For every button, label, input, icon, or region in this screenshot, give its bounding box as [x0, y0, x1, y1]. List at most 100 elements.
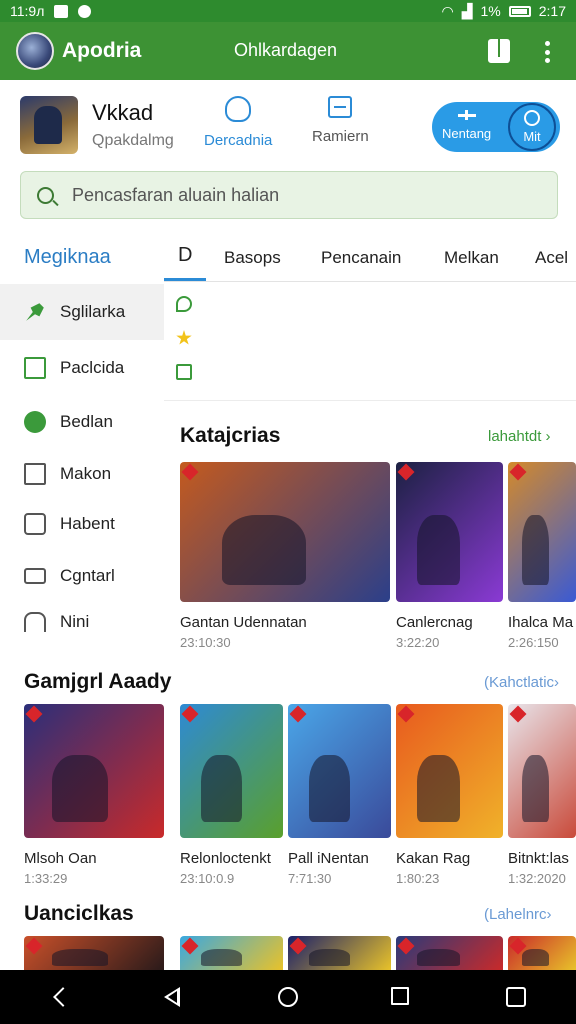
game-card[interactable]: Mlsoh Oan 1:33:29 — [24, 704, 164, 886]
more-options-icon[interactable] — [544, 41, 550, 63]
square-icon — [24, 463, 46, 485]
game-card[interactable] — [288, 936, 391, 970]
profile-header: Vkkad Qpakdalmg Dercadnia Ramiern Nentan… — [0, 80, 576, 168]
tab-bar: D Basops Pencanain Melkan Acel — [164, 232, 576, 282]
game-card-name: Pall iNentan — [288, 850, 369, 867]
game-card[interactable]: Relonloctenkt 23:10:0.9 — [180, 704, 283, 886]
game-card[interactable]: Canlercnag 3:22:20 — [396, 462, 503, 650]
controller-icon — [24, 568, 46, 584]
sidebar-item-paclcida[interactable]: Paclcida — [0, 340, 164, 396]
game-card-meta: 1:33:29 — [24, 871, 68, 886]
game-card-art — [24, 704, 164, 838]
sidebar: Sglilarka Paclcida Bedlan Makon Habent C… — [0, 284, 164, 632]
gallery-notification-icon — [54, 4, 69, 18]
app-subtitle[interactable]: Ohlkardagen — [234, 40, 337, 61]
section-see-all-link[interactable]: (Lahelnrc› — [484, 906, 552, 923]
game-card-art — [180, 704, 283, 838]
game-card-meta: 1:32:2020 — [508, 871, 566, 886]
game-card-art — [396, 936, 503, 970]
game-card[interactable]: Kakan Rag 1:80:23 — [396, 704, 503, 886]
action-secondary-button[interactable]: Ramiern — [312, 96, 369, 145]
game-card-meta: 2:26:150 — [508, 635, 559, 650]
edit-icon[interactable] — [176, 364, 192, 380]
add-button[interactable]: Nentang — [442, 110, 491, 141]
tab-basops[interactable]: Basops — [224, 248, 281, 268]
book-icon[interactable] — [488, 39, 510, 63]
sidebar-item-label: Paclcida — [60, 358, 125, 377]
action-secondary-label: Ramiern — [312, 128, 369, 145]
sidebar-title: Megiknaa — [24, 246, 111, 268]
check-label: Mit — [523, 129, 541, 144]
sidebar-item-label: Habent — [60, 514, 115, 533]
sidebar-item-makon[interactable]: Makon — [0, 446, 164, 502]
game-card[interactable] — [508, 936, 576, 970]
add-label: Nentang — [442, 126, 492, 141]
game-thumbnail[interactable] — [20, 96, 78, 154]
section-title: Katajcrias — [180, 424, 281, 447]
game-card-meta: 3:22:20 — [396, 635, 440, 650]
check-button[interactable]: Mit — [508, 103, 556, 151]
game-card-name: Gantan Udennatan — [180, 614, 307, 631]
game-card[interactable]: Pall iNentan 7:71:30 — [288, 704, 391, 886]
follow-pill: Nentang Mit — [432, 102, 560, 152]
status-time: 11:9л — [10, 3, 45, 19]
search-input[interactable]: Pencasfaran aluain halian — [20, 171, 558, 219]
status-bar: 11:9л ◠ ▟ 1% 2:17 — [0, 0, 576, 22]
system-nav-bar — [0, 970, 576, 1024]
game-card[interactable]: Gantan Udennatan 23:10:30 — [180, 462, 390, 650]
game-card-name: Ihalca Ma — [508, 614, 574, 631]
game-card-art — [288, 704, 391, 838]
add-icon — [457, 110, 476, 120]
tab-pencanain[interactable]: Pencanain — [321, 248, 401, 268]
check-circle-icon — [24, 411, 46, 433]
wifi-icon: ◠ — [441, 2, 454, 19]
game-card-name: Mlsoh Oan — [24, 850, 97, 867]
status-clock: 2:17 — [538, 3, 566, 19]
action-primary-button[interactable]: Dercadnia — [204, 96, 272, 149]
tab-d[interactable]: D — [178, 244, 192, 267]
chat-icon[interactable] — [176, 296, 192, 312]
star-icon[interactable] — [176, 330, 192, 345]
edit-icon[interactable] — [506, 987, 526, 1007]
sidebar-item-habent[interactable]: Habent — [0, 496, 164, 552]
check-icon — [524, 110, 540, 126]
tab-melkan[interactable]: Melkan — [444, 248, 499, 268]
game-card-art — [288, 936, 391, 970]
game-card-meta: 7:71:30 — [288, 871, 332, 886]
game-card-art — [180, 936, 283, 970]
game-card-art — [508, 936, 576, 970]
app-name: Apodria — [62, 39, 142, 62]
back-triangle-icon[interactable] — [164, 987, 180, 1007]
search-placeholder: Pencasfaran aluain halian — [72, 184, 280, 205]
person-icon — [225, 96, 252, 122]
divider — [164, 400, 576, 401]
battery-percent: 1% — [480, 3, 501, 19]
pin-icon — [26, 303, 44, 321]
section-see-all-link[interactable]: (Kahctlatic› — [484, 674, 559, 691]
app-avatar[interactable] — [16, 32, 54, 70]
game-card[interactable]: Bitnkt:las 1:32:2020 — [508, 704, 576, 886]
game-card-meta: 1:80:23 — [396, 871, 440, 886]
battery-icon — [508, 5, 531, 17]
sidebar-item-bedlan[interactable]: Bedlan — [0, 394, 164, 450]
game-card[interactable]: Ihalca Ma 2:26:150 — [508, 462, 576, 650]
sidebar-item-nini[interactable]: Nini — [0, 596, 164, 632]
game-card[interactable] — [24, 936, 164, 970]
game-card-art — [396, 704, 503, 838]
home-icon[interactable] — [278, 987, 298, 1007]
game-card[interactable] — [180, 936, 283, 970]
sidebar-item-sglilarka[interactable]: Sglilarka — [0, 284, 164, 340]
profile-subtitle: Qpakdalmg — [92, 132, 174, 149]
tab-acel[interactable]: Acel — [535, 248, 568, 268]
door-icon — [24, 612, 46, 632]
game-card[interactable] — [396, 936, 503, 970]
back-gesture-icon[interactable] — [53, 987, 73, 1007]
recents-icon[interactable] — [391, 987, 409, 1005]
section-title: Uanciclkas — [24, 902, 134, 925]
sidebar-item-label: Makon — [60, 464, 112, 483]
sidebar-item-label: Sglilarka — [60, 302, 126, 321]
sidebar-item-label: Bedlan — [60, 412, 113, 431]
game-card-name: Kakan Rag — [396, 850, 471, 867]
sidebar-item-label: Nini — [60, 612, 90, 631]
section-see-all-link[interactable]: lahahtdt › — [488, 428, 551, 445]
